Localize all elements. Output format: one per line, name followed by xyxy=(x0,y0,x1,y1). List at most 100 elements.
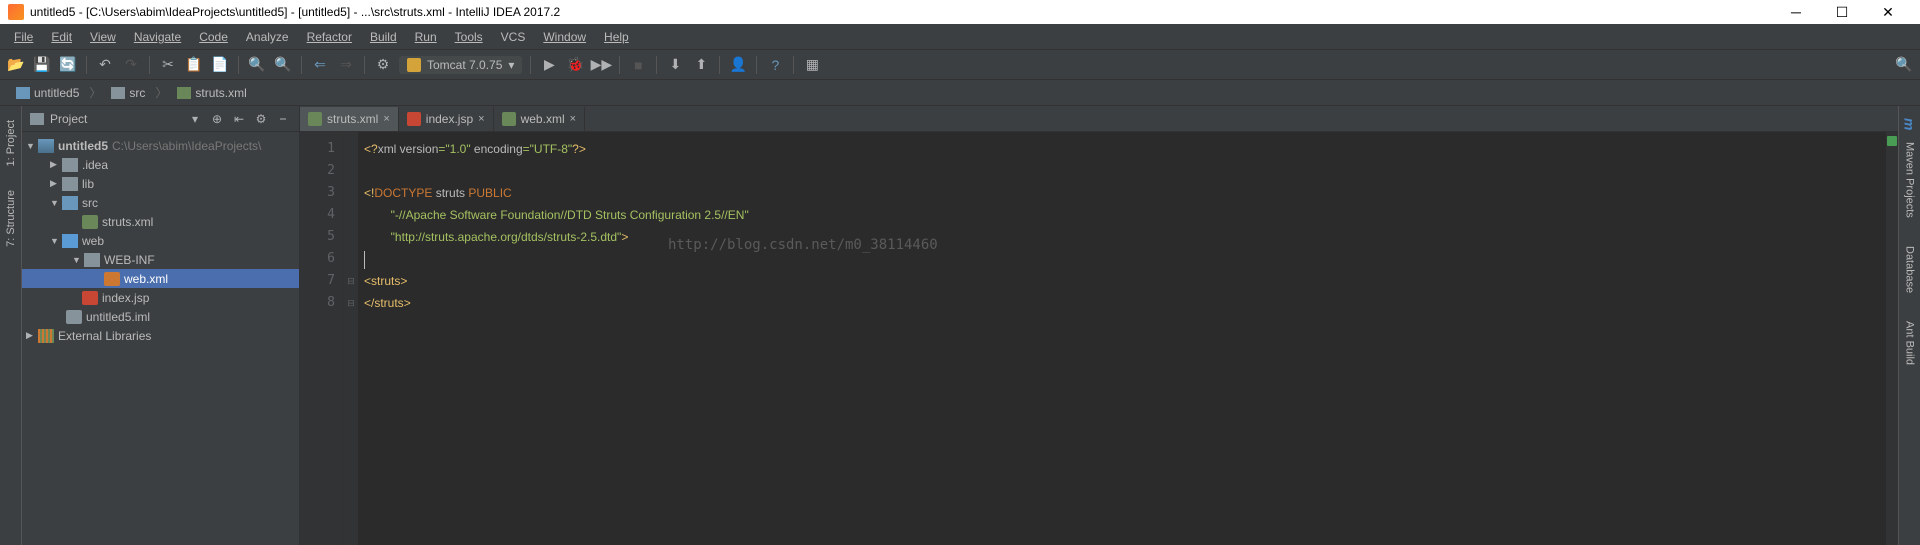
menu-file[interactable]: File xyxy=(6,27,41,47)
profile-icon[interactable]: 👤 xyxy=(728,55,748,75)
rail-project[interactable]: 1: Project xyxy=(3,114,19,172)
replace-icon[interactable]: 🔍 xyxy=(273,55,293,75)
close-tab-icon[interactable]: × xyxy=(383,113,389,125)
tree-folder-web[interactable]: ▼ web xyxy=(22,231,299,250)
rail-database[interactable]: Database xyxy=(1902,242,1918,297)
expand-arrow-icon[interactable]: ▼ xyxy=(50,236,62,246)
sync-icon[interactable]: 🔄 xyxy=(58,55,78,75)
editor-area: struts.xml × index.jsp × web.xml × 1 2 3… xyxy=(300,106,1898,545)
tab-web-xml[interactable]: web.xml × xyxy=(494,107,585,131)
tree-file-iml[interactable]: untitled5.iml xyxy=(22,307,299,326)
paste-icon[interactable]: 📄 xyxy=(210,55,230,75)
tree-file-index-jsp[interactable]: index.jsp xyxy=(22,288,299,307)
separator xyxy=(364,56,365,74)
expand-arrow-icon[interactable]: ▼ xyxy=(72,255,84,265)
jsp-file-icon xyxy=(407,112,421,126)
tree-folder-src[interactable]: ▼ src xyxy=(22,193,299,212)
menu-edit[interactable]: Edit xyxy=(43,27,80,47)
save-all-icon[interactable]: 💾 xyxy=(32,55,52,75)
tree-file-struts-xml[interactable]: struts.xml xyxy=(22,212,299,231)
autoscroll-icon[interactable]: ⊕ xyxy=(209,112,225,126)
menu-run[interactable]: Run xyxy=(407,27,445,47)
folder-icon xyxy=(62,177,78,191)
separator xyxy=(793,56,794,74)
rail-structure[interactable]: 7: Structure xyxy=(3,184,19,253)
editor-tabs: struts.xml × index.jsp × web.xml × xyxy=(300,106,1898,132)
run-icon[interactable]: ▶ xyxy=(539,55,559,75)
panel-dropdown-icon[interactable]: ▾ xyxy=(187,112,203,126)
gear-icon[interactable]: ⚙ xyxy=(253,112,269,126)
coverage-icon[interactable]: ▶▶ xyxy=(591,55,611,75)
tomcat-icon xyxy=(407,58,421,72)
menu-help[interactable]: Help xyxy=(596,27,637,47)
expand-arrow-icon[interactable]: ▼ xyxy=(26,141,38,151)
menu-build[interactable]: Build xyxy=(362,27,405,47)
tab-index-jsp[interactable]: index.jsp × xyxy=(399,107,494,131)
fold-open-icon[interactable]: ⊟ xyxy=(344,270,358,292)
maximize-button[interactable]: ☐ xyxy=(1828,4,1856,21)
menu-tools[interactable]: Tools xyxy=(447,27,491,47)
tree-module[interactable]: ▼ untitled5 C:\Users\abim\IdeaProjects\ xyxy=(22,136,299,155)
tree-folder-lib[interactable]: ▶ lib xyxy=(22,174,299,193)
menu-navigate[interactable]: Navigate xyxy=(126,27,189,47)
expand-arrow-icon[interactable]: ▶ xyxy=(50,159,62,170)
close-button[interactable]: ✕ xyxy=(1874,4,1902,21)
tree-external-libraries[interactable]: ▶ External Libraries xyxy=(22,326,299,345)
vcs-update-icon[interactable]: ⬇ xyxy=(665,55,685,75)
xml-file-icon xyxy=(104,272,120,286)
text-caret xyxy=(364,251,365,269)
forward-icon[interactable]: ⇒ xyxy=(336,55,356,75)
iml-file-icon xyxy=(66,310,82,324)
open-icon[interactable]: 📂 xyxy=(6,55,26,75)
run-config-selector[interactable]: Tomcat 7.0.75 ▾ xyxy=(399,56,522,74)
rail-maven-label[interactable]: Maven Projects xyxy=(1902,138,1918,222)
menu-code[interactable]: Code xyxy=(191,27,236,47)
breadcrumb-module[interactable]: untitled5 xyxy=(10,84,85,102)
cut-icon[interactable]: ✂ xyxy=(158,55,178,75)
hide-icon[interactable]: ⎯ xyxy=(275,111,291,126)
expand-arrow-icon[interactable]: ▶ xyxy=(26,330,38,341)
undo-icon[interactable]: ↶ xyxy=(95,55,115,75)
menu-vcs[interactable]: VCS xyxy=(493,27,534,47)
menu-analyze[interactable]: Analyze xyxy=(238,27,297,47)
line-number-gutter[interactable]: 1 2 3 4 5 6 7 8 xyxy=(300,132,344,545)
rail-ant[interactable]: Ant Build xyxy=(1902,317,1918,369)
close-tab-icon[interactable]: × xyxy=(478,113,484,125)
expand-arrow-icon[interactable]: ▶ xyxy=(50,178,62,189)
minimize-button[interactable]: ─ xyxy=(1782,4,1810,21)
redo-icon[interactable]: ↷ xyxy=(121,55,141,75)
find-icon[interactable]: 🔍 xyxy=(247,55,267,75)
copy-icon[interactable]: 📋 xyxy=(184,55,204,75)
struts-file-icon xyxy=(177,87,191,99)
tree-folder-webinf[interactable]: ▼ WEB-INF xyxy=(22,250,299,269)
tree-folder-idea[interactable]: ▶ .idea xyxy=(22,155,299,174)
fold-close-icon[interactable]: ⊟ xyxy=(344,292,358,314)
right-tool-rail: m Maven Projects Database Ant Build xyxy=(1898,106,1920,545)
close-tab-icon[interactable]: × xyxy=(570,113,576,125)
menu-refactor[interactable]: Refactor xyxy=(299,27,360,47)
help-icon[interactable]: ? xyxy=(765,55,785,75)
tree-file-web-xml[interactable]: web.xml xyxy=(22,269,299,288)
code-content[interactable]: <?xml version="1.0" encoding="UTF-8"?> <… xyxy=(358,132,1886,545)
make-icon[interactable]: ⚙ xyxy=(373,55,393,75)
expand-arrow-icon[interactable]: ▼ xyxy=(50,198,62,208)
rail-maven[interactable]: m xyxy=(1900,114,1920,134)
back-icon[interactable]: ⇐ xyxy=(310,55,330,75)
menu-window[interactable]: Window xyxy=(535,27,594,47)
tab-struts-xml[interactable]: struts.xml × xyxy=(300,107,399,131)
app-icon xyxy=(8,4,24,20)
search-everywhere-icon[interactable]: 🔍 xyxy=(1894,55,1914,75)
project-tree[interactable]: ▼ untitled5 C:\Users\abim\IdeaProjects\ … xyxy=(22,132,299,545)
stop-icon[interactable]: ■ xyxy=(628,55,648,75)
breadcrumb-folder[interactable]: src xyxy=(105,84,151,102)
project-view-icon xyxy=(30,113,44,125)
menu-view[interactable]: View xyxy=(82,27,124,47)
structure-icon[interactable]: ▦ xyxy=(802,55,822,75)
breadcrumb-file[interactable]: struts.xml xyxy=(171,84,252,102)
vcs-commit-icon[interactable]: ⬆ xyxy=(691,55,711,75)
fold-gutter[interactable]: ⊟ ⊟ xyxy=(344,132,358,545)
collapse-icon[interactable]: ⇤ xyxy=(231,112,247,126)
code-editor[interactable]: 1 2 3 4 5 6 7 8 ⊟ ⊟ <?xml version="1.0" … xyxy=(300,132,1898,545)
error-stripe[interactable] xyxy=(1886,132,1898,545)
debug-icon[interactable]: 🐞 xyxy=(565,55,585,75)
